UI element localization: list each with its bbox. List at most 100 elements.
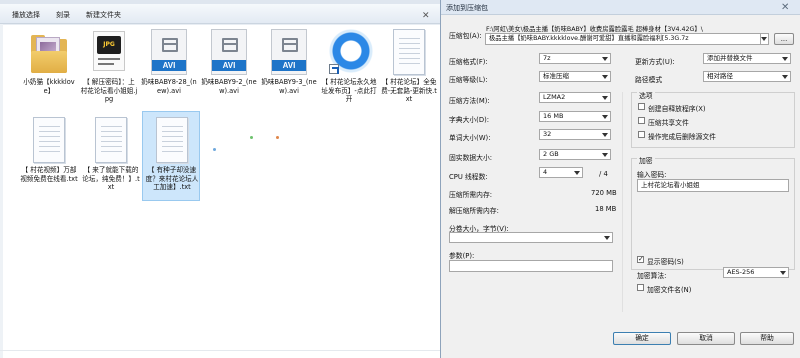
file-item-avi[interactable]: AVI 奶味BABY9-2_(new).avi bbox=[200, 24, 258, 114]
update-mode-label: 更新方式(U): bbox=[635, 58, 675, 66]
avi-badge: AVI bbox=[272, 60, 306, 71]
close-icon[interactable]: ✕ bbox=[781, 2, 789, 13]
path-mode-select[interactable]: 相对路径 bbox=[703, 71, 791, 82]
dict-label: 字典大小(D): bbox=[449, 116, 490, 124]
path-mode-label: 路径模式 bbox=[635, 76, 663, 84]
password-label: 输入密码: bbox=[637, 171, 667, 179]
toolbar-new-folder[interactable]: 新建文件夹 bbox=[86, 10, 121, 20]
left-pane-edge bbox=[0, 24, 3, 358]
browse-button[interactable]: ... bbox=[774, 33, 794, 45]
browser-shortcut-icon bbox=[329, 29, 373, 77]
archive-path-value: 极品主播【奶味BABY.kkkklove.酬谢可爱甜】直播和露脸福利[5.3G.… bbox=[489, 35, 689, 42]
split-select[interactable] bbox=[449, 232, 613, 243]
solid-label: 固实数据大小: bbox=[449, 154, 493, 162]
file-explorer-window: 播放选择 刻录 新建文件夹 ✕ 小奶猫【kkkklove】 JPG 【 解压密码… bbox=[0, 0, 440, 358]
file-name: 奶味BABY9-3_(new).avi bbox=[261, 78, 317, 95]
file-item-avi[interactable]: AVI 奶味BABY8-28_(new).avi bbox=[140, 24, 198, 114]
encryption-method-label: 加密算法: bbox=[637, 272, 667, 280]
level-value: 标准压缩 bbox=[543, 72, 569, 80]
file-item-avi[interactable]: AVI 奶味BABY9-3_(new).avi bbox=[260, 24, 318, 114]
text-file-icon bbox=[29, 117, 69, 165]
file-item-folder[interactable]: 小奶猫【kkkklove】 bbox=[20, 24, 78, 114]
archive-path-input[interactable]: 极品主播【奶味BABY.kkkklove.酬谢可爱甜】直播和露脸福利[5.3G.… bbox=[485, 33, 761, 45]
video-file-icon: AVI bbox=[149, 29, 189, 77]
file-name: 小奶猫【kkkklove】 bbox=[23, 78, 75, 95]
solid-select[interactable]: 2 GB bbox=[539, 149, 611, 160]
delete-after-checkbox[interactable] bbox=[638, 131, 645, 138]
text-file-icon bbox=[91, 117, 131, 165]
encryption-title: 加密 bbox=[637, 155, 655, 165]
avi-badge: AVI bbox=[152, 60, 186, 71]
file-name: 【 村花论坛永久地址发布页】-点此打开 bbox=[321, 78, 377, 104]
clear-selection-icon[interactable]: ✕ bbox=[422, 11, 430, 21]
update-mode-select[interactable]: 添加并替换文件 bbox=[703, 53, 791, 64]
column-separator bbox=[622, 92, 623, 312]
file-name: 【 有种子却没速度？来村花论坛人工加速】.txt bbox=[145, 166, 199, 192]
video-file-icon: AVI bbox=[209, 29, 249, 77]
params-input[interactable] bbox=[449, 260, 613, 272]
image-file-icon: JPG bbox=[89, 29, 129, 77]
add-to-archive-dialog: 添加到压缩包 ✕ 压缩包(A): F:\阿虹\美女\极品主播【奶味BABY】收费… bbox=[440, 0, 800, 358]
path-mode-value: 相对路径 bbox=[707, 72, 733, 80]
archive-history-dropdown[interactable] bbox=[761, 33, 769, 45]
toolbar-burn[interactable]: 刻录 bbox=[56, 10, 70, 20]
shared-files-checkbox[interactable] bbox=[638, 117, 645, 124]
show-password-checkbox[interactable] bbox=[637, 255, 644, 263]
archive-path-dir: F:\阿虹\美女\极品主播【奶味BABY】收费房露脸露毛 超棒身材【3V4.42… bbox=[486, 26, 703, 33]
decor-dot bbox=[276, 136, 279, 139]
method-label: 压缩方法(M): bbox=[449, 97, 490, 105]
archive-label: 压缩包(A): bbox=[449, 32, 482, 40]
toolbar-play-selection[interactable]: 播放选择 bbox=[12, 10, 40, 20]
video-file-icon: AVI bbox=[269, 29, 309, 77]
file-name: 【 来了就能下载的论坛，纯免费！】.txt bbox=[82, 166, 140, 192]
level-select[interactable]: 标准压缩 bbox=[539, 71, 611, 82]
dialog-titlebar: 添加到压缩包 ✕ bbox=[441, 0, 800, 15]
mem-decompress-value: 18 MB bbox=[595, 205, 617, 213]
encryption-method-select[interactable]: AES-256 bbox=[723, 267, 789, 278]
password-value: 上村花论坛看小姐姐 bbox=[641, 181, 700, 189]
word-label: 单词大小(W): bbox=[449, 134, 491, 142]
explorer-toolbar: 播放选择 刻录 新建文件夹 ✕ bbox=[0, 4, 440, 24]
level-label: 压缩等级(L): bbox=[449, 76, 488, 84]
file-item-url-shortcut[interactable]: 【 村花论坛永久地址发布页】-点此打开 bbox=[320, 24, 378, 114]
folder-icon bbox=[29, 29, 69, 77]
show-password-label: 显示密码(S) bbox=[647, 258, 684, 266]
method-value: LZMA2 bbox=[543, 93, 566, 101]
encrypt-names-label: 加密文件名(N) bbox=[647, 286, 692, 294]
file-item-txt[interactable]: 【 村花论坛】全免费-无套路-更新快.txt bbox=[380, 24, 438, 114]
shortcut-arrow-icon bbox=[329, 64, 339, 74]
cpu-total: / 4 bbox=[599, 170, 608, 178]
status-separator bbox=[0, 350, 440, 351]
password-input[interactable]: 上村花论坛看小姐姐 bbox=[637, 179, 789, 192]
file-name: 【 解压密码】：上村花论坛看小姐姐.jpg bbox=[80, 78, 138, 104]
format-select[interactable]: 7z bbox=[539, 53, 611, 64]
file-name: 【 村花论坛】全免费-无套路-更新快.txt bbox=[381, 78, 437, 104]
decor-dot bbox=[250, 136, 253, 139]
sfx-checkbox[interactable] bbox=[638, 103, 645, 110]
file-item-txt-selected[interactable]: 【 有种子却没速度？来村花论坛人工加速】.txt bbox=[142, 111, 200, 201]
file-item-jpg[interactable]: JPG 【 解压密码】：上村花论坛看小姐姐.jpg bbox=[80, 24, 138, 114]
text-file-icon bbox=[389, 29, 429, 77]
sfx-label: 创建自释放程序(X) bbox=[648, 105, 706, 113]
method-select[interactable]: LZMA2 bbox=[539, 92, 611, 103]
format-label: 压缩格式(F): bbox=[449, 58, 488, 66]
update-mode-value: 添加并替换文件 bbox=[707, 54, 753, 62]
encrypt-names-checkbox[interactable] bbox=[637, 284, 644, 291]
format-value: 7z bbox=[543, 54, 551, 62]
cpu-select[interactable]: 4 bbox=[539, 167, 583, 178]
dict-select[interactable]: 16 MB bbox=[539, 111, 611, 122]
file-item-txt[interactable]: 【 来了就能下载的论坛，纯免费！】.txt bbox=[82, 112, 140, 202]
file-name: 奶味BABY9-2_(new).avi bbox=[201, 78, 257, 95]
avi-badge: AVI bbox=[212, 60, 246, 71]
help-button[interactable]: 帮助 bbox=[740, 332, 794, 345]
cancel-button[interactable]: 取消 bbox=[677, 332, 735, 345]
file-item-txt[interactable]: 【 村花视频】万部视频免费在线看.txt bbox=[20, 112, 78, 202]
solid-value: 2 GB bbox=[543, 150, 559, 158]
ok-button[interactable]: 确定 bbox=[613, 332, 671, 345]
delete-after-label: 操作完成后删除源文件 bbox=[648, 133, 716, 141]
dict-value: 16 MB bbox=[543, 112, 564, 120]
word-select[interactable]: 32 bbox=[539, 129, 611, 140]
decor-dot bbox=[213, 148, 216, 151]
cpu-label: CPU 线程数: bbox=[449, 173, 488, 181]
dialog-title: 添加到压缩包 bbox=[446, 4, 488, 12]
